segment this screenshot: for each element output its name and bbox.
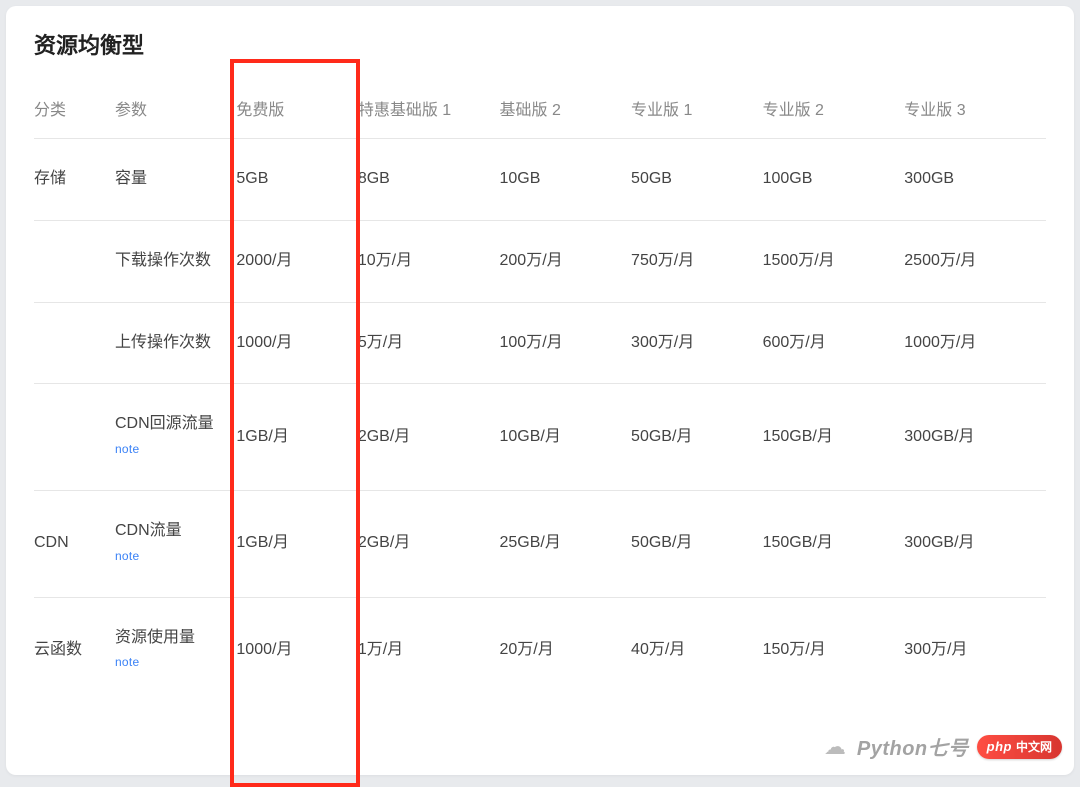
param-label: 上传操作次数 [115,334,211,351]
cell-category: CDN [34,490,115,597]
cell-param: 下载操作次数 [115,220,236,302]
cell-value: 5GB [236,139,357,221]
cell-value: 1GB/月 [236,384,357,491]
php-badge: php 中文网 [977,735,1062,759]
cell-value: 600万/月 [763,302,905,384]
cell-value: 10GB/月 [500,384,632,491]
cell-value: 40万/月 [631,597,763,703]
cell-value: 300万/月 [904,597,1046,703]
cell-value: 50GB [631,139,763,221]
cell-value: 1000万/月 [904,302,1046,384]
watermark-text: Python七号 [857,732,969,761]
table-row: 存储容量 5GB8GB10GB50GB100GB300GB [34,139,1046,221]
cell-value: 5万/月 [358,302,500,384]
cell-value: 10万/月 [358,220,500,302]
cell-value: 300GB/月 [904,384,1046,491]
cell-value: 100GB [763,139,905,221]
cell-value: 150GB/月 [763,490,905,597]
param-label: 容量 [115,170,147,187]
cell-category [34,220,115,302]
php-text: 中文网 [1016,738,1052,755]
table-row: 下载操作次数 2000/月10万/月200万/月750万/月1500万/月2500… [34,220,1046,302]
wechat-icon: ☁ [821,733,849,761]
cell-param: 资源使用量 note [115,597,236,703]
cell-value: 1万/月 [358,597,500,703]
cell-param: CDN流量 note [115,490,236,597]
param-label: CDN流量 [115,522,182,539]
col-pro1: 专业版 1 [631,78,763,139]
cell-value: 300万/月 [631,302,763,384]
cell-value: 20万/月 [500,597,632,703]
cell-value: 1GB/月 [236,490,357,597]
cell-value: 200万/月 [500,220,632,302]
cell-value: 2GB/月 [358,490,500,597]
col-pro2: 专业版 2 [763,78,905,139]
cell-value: 50GB/月 [631,384,763,491]
col-param: 参数 [115,78,236,139]
table-row: 云函数资源使用量 note 1000/月1万/月20万/月40万/月150万/月30… [34,597,1046,703]
table-row: CDNCDN流量 note 1GB/月2GB/月25GB/月50GB/月150GB/… [34,490,1046,597]
cell-category: 存储 [34,139,115,221]
cell-value: 8GB [358,139,500,221]
pricing-card: 资源均衡型 分类 参数 免费版 特惠基础版 1 基础版 2 专业版 1 专业版 … [6,6,1074,775]
cell-value: 150GB/月 [763,384,905,491]
card-title: 资源均衡型 [34,28,1046,60]
table-row: 上传操作次数 1000/月5万/月100万/月300万/月600万/月1000万/… [34,302,1046,384]
cell-value: 300GB/月 [904,490,1046,597]
cell-param: CDN回源流量 note [115,384,236,491]
cell-value: 50GB/月 [631,490,763,597]
cell-category [34,302,115,384]
param-label: CDN回源流量 [115,415,214,432]
note-label: note [115,442,140,456]
cell-value: 2GB/月 [358,384,500,491]
col-basic1: 特惠基础版 1 [358,78,500,139]
param-label: 资源使用量 [115,629,195,646]
cell-category: 云函数 [34,597,115,703]
cell-value: 750万/月 [631,220,763,302]
cell-value: 10GB [500,139,632,221]
cell-value: 1000/月 [236,302,357,384]
table-row: CDN回源流量 note 1GB/月2GB/月10GB/月50GB/月150GB/月… [34,384,1046,491]
cell-value: 25GB/月 [500,490,632,597]
cell-value: 1500万/月 [763,220,905,302]
note-label: note [115,549,140,563]
col-basic2: 基础版 2 [500,78,632,139]
cell-value: 100万/月 [500,302,632,384]
table-header: 分类 参数 免费版 特惠基础版 1 基础版 2 专业版 1 专业版 2 专业版 … [34,78,1046,139]
cell-param: 容量 [115,139,236,221]
cell-param: 上传操作次数 [115,302,236,384]
php-label: php [987,739,1012,754]
cell-value: 2500万/月 [904,220,1046,302]
note-label: note [115,655,140,669]
col-category: 分类 [34,78,115,139]
watermark: ☁ Python七号 php 中文网 [821,732,1062,761]
cell-value: 300GB [904,139,1046,221]
cell-category [34,384,115,491]
cell-value: 150万/月 [763,597,905,703]
cell-value: 2000/月 [236,220,357,302]
param-label: 下载操作次数 [115,252,211,269]
col-pro3: 专业版 3 [904,78,1046,139]
col-free: 免费版 [236,78,357,139]
pricing-table: 分类 参数 免费版 特惠基础版 1 基础版 2 专业版 1 专业版 2 专业版 … [34,78,1046,703]
cell-value: 1000/月 [236,597,357,703]
